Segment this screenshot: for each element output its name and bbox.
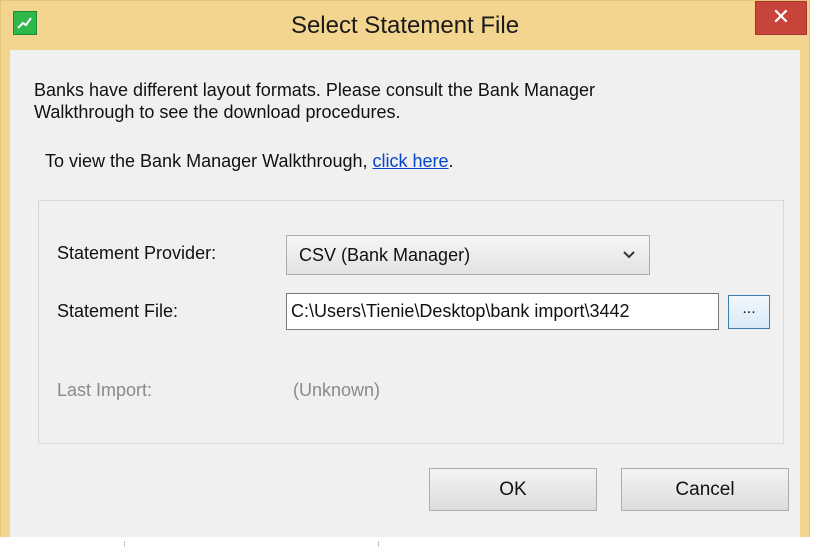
provider-label: Statement Provider: bbox=[57, 243, 217, 263]
provider-value: CSV (Bank Manager) bbox=[299, 245, 471, 265]
walkthrough-text: To view the Bank Manager Walkthrough, cl… bbox=[45, 151, 454, 172]
file-label: Statement File: bbox=[57, 301, 179, 321]
dialog-window: Select Statement File ✕ Banks have diffe… bbox=[0, 0, 810, 543]
browse-button[interactable]: ... bbox=[728, 295, 770, 329]
intro-text: Banks have different layout formats. Ple… bbox=[34, 79, 774, 123]
last-import-label: Last Import: bbox=[57, 380, 153, 400]
chevron-down-icon bbox=[623, 251, 635, 259]
walkthrough-prefix: To view the Bank Manager Walkthrough, bbox=[45, 151, 373, 171]
background-divider bbox=[124, 541, 125, 547]
walkthrough-link[interactable]: click here bbox=[373, 151, 449, 171]
intro-line-2: Walkthrough to see the download procedur… bbox=[34, 102, 401, 122]
window-title: Select Statement File bbox=[290, 12, 520, 39]
background-divider bbox=[378, 541, 379, 547]
ok-button[interactable]: OK bbox=[429, 468, 597, 511]
close-button[interactable]: ✕ bbox=[755, 1, 807, 35]
walkthrough-suffix: . bbox=[448, 151, 454, 171]
intro-line-1: Banks have different layout formats. Ple… bbox=[34, 80, 595, 100]
provider-select[interactable]: CSV (Bank Manager) bbox=[286, 235, 650, 275]
close-icon: ✕ bbox=[771, 4, 791, 29]
cancel-button[interactable]: Cancel bbox=[621, 468, 789, 511]
last-import-value: (Unknown) bbox=[293, 380, 381, 400]
statement-file-input[interactable] bbox=[286, 293, 719, 330]
background-strip bbox=[0, 537, 810, 547]
title-bar[interactable]: Select Statement File ✕ bbox=[1, 1, 809, 51]
